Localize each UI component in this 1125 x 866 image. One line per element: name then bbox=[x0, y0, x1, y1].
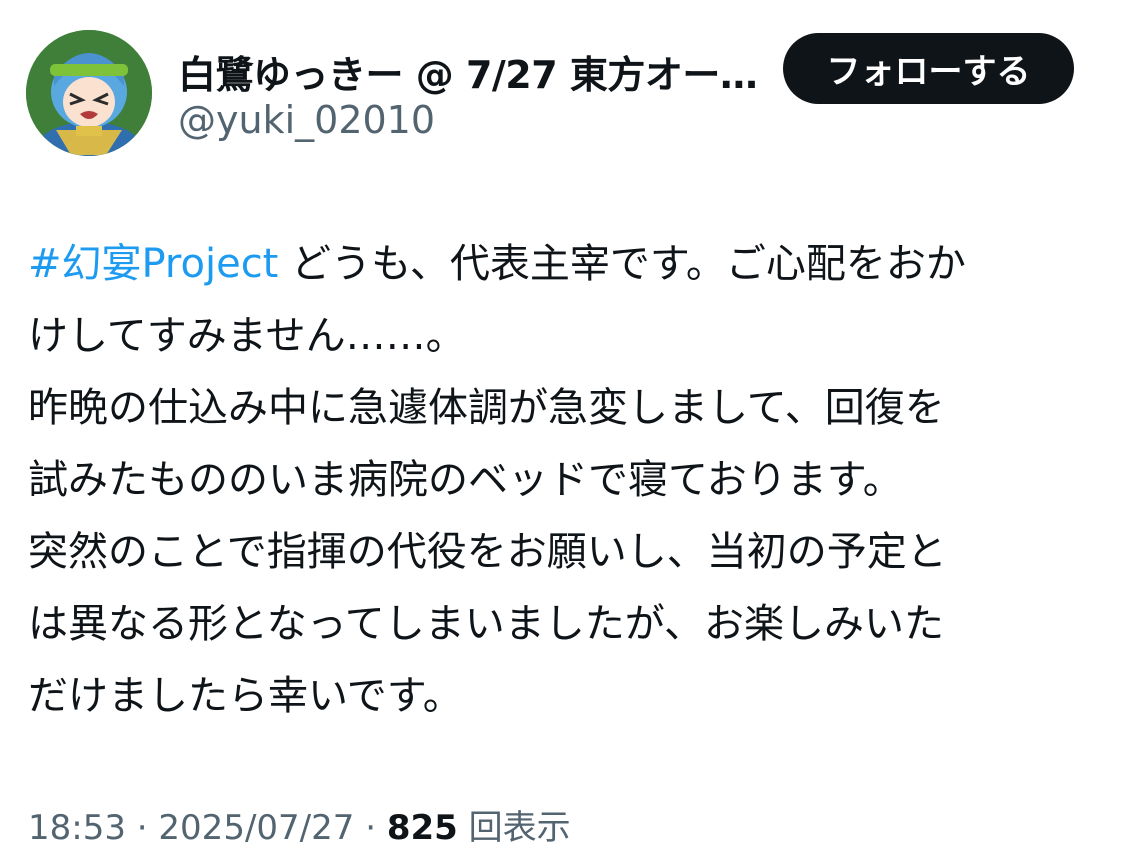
tweet-line-6: は異なる形となってしまいましたが、お楽しみいた bbox=[28, 601, 944, 647]
tweet-date[interactable]: 2025/07/27 bbox=[158, 808, 354, 848]
author-display-name[interactable]: 白鷺ゆっきー @ 7/27 東方オー… bbox=[178, 44, 768, 99]
meta-separator: · bbox=[125, 808, 159, 848]
tweet-line-2: けしてすみません……。 bbox=[28, 313, 466, 359]
tweet-line-1: #幻宴Project どうも、代表主宰です。ご心配をおか bbox=[28, 228, 1088, 300]
views-count[interactable]: 825 bbox=[387, 808, 458, 848]
tweet-line-7: だけましたら幸いです。 bbox=[28, 673, 463, 719]
tweet-line-3: 昨晩の仕込み中に急遽体調が急変しまして、回復を bbox=[28, 385, 945, 431]
tweet-time[interactable]: 18:53 bbox=[28, 808, 126, 848]
follow-button[interactable]: フォローする bbox=[783, 33, 1074, 104]
author-avatar[interactable] bbox=[26, 30, 152, 156]
tweet-line-4: 試みたもののいま病院のベッドで寝ております。 bbox=[28, 457, 903, 503]
anime-character-avatar-icon bbox=[26, 30, 152, 156]
meta-separator: · bbox=[354, 808, 387, 848]
views-label[interactable]: 回表示 bbox=[458, 808, 571, 848]
author-handle[interactable]: @yuki_02010 bbox=[178, 98, 435, 142]
tweet-meta: 18:53 · 2025/07/27 · 825 回表示 bbox=[28, 800, 571, 849]
tweet-line-1-text: どうも、代表主宰です。ご心配をおか bbox=[278, 241, 966, 287]
hashtag-link[interactable]: #幻宴Project bbox=[28, 241, 278, 287]
tweet-text: #幻宴Project どうも、代表主宰です。ご心配をおか けしてすみません……。… bbox=[28, 228, 1088, 732]
tweet-line-5: 突然のことで指揮の代役をお願いし、当初の予定と bbox=[28, 529, 947, 575]
tweet-card: 白鷺ゆっきー @ 7/27 東方オー… @yuki_02010 フォローする #… bbox=[0, 0, 1125, 866]
